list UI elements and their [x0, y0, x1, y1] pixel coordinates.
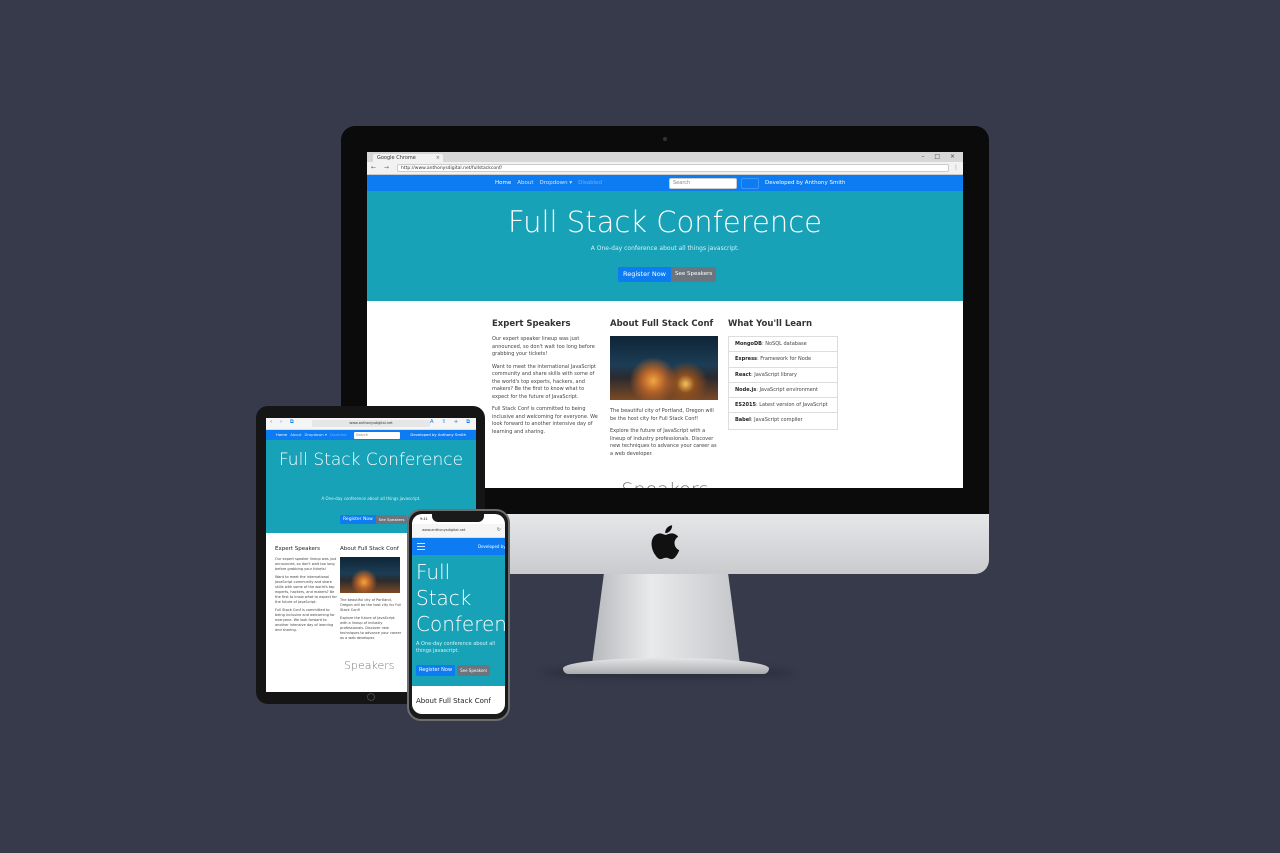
- home-button-icon[interactable]: [367, 693, 375, 701]
- nav-link-dropdown[interactable]: Dropdown ▾: [540, 175, 573, 191]
- tablet-address-bar[interactable]: www.anthonysdigital.net: [312, 420, 430, 427]
- hero-title-line: Stack: [416, 586, 472, 610]
- column-heading: About Full Stack Conf: [610, 319, 714, 329]
- hero-section: Full Stack Conference A One-day conferen…: [367, 191, 963, 301]
- phone-address-bar[interactable]: www.anthonysdigital.net: [422, 528, 465, 532]
- see-speakers-button[interactable]: See Speakers: [457, 665, 491, 676]
- phone-hero: Full Stack Conference A One-day conferen…: [412, 555, 505, 686]
- nav-link-dropdown[interactable]: Dropdown ▾: [304, 430, 327, 440]
- tablet-navbar: Home About Dropdown ▾ Disabled Search De…: [266, 430, 476, 440]
- nav-link-home[interactable]: Home: [276, 430, 287, 440]
- reload-icon[interactable]: ↻: [497, 527, 501, 533]
- register-now-button[interactable]: Register Now: [340, 515, 376, 524]
- browser-toolbar: ← → C http://www.anthonysdigital.net/ful…: [367, 162, 963, 175]
- learn-column: What You'll Learn MongoDB: NoSQL databas…: [728, 319, 838, 430]
- menu-icon[interactable]: ⋮: [953, 164, 959, 171]
- portland-city-image: [610, 336, 718, 400]
- paragraph: The beautiful city of Portland, Oregon w…: [610, 408, 714, 422]
- list-item: React: JavaScript library: [729, 368, 837, 383]
- phone-screen: 9:41 www.anthonysdigital.net ↻ Developed…: [412, 514, 505, 714]
- see-speakers-button[interactable]: See Speakers: [375, 515, 408, 524]
- about-heading: About Full Stack Conf: [416, 697, 491, 705]
- camera-icon: [663, 137, 667, 141]
- paragraph: Want to meet the international JavaScrip…: [492, 363, 596, 400]
- imac-stand: [592, 574, 740, 664]
- about-column: About Full Stack Conf The beautiful city…: [610, 319, 718, 463]
- speakers-heading: Speakers: [344, 659, 395, 672]
- brand-text: Developed by: [478, 544, 505, 549]
- nav-link-about[interactable]: About: [290, 430, 301, 440]
- hero-title: Full Stack Conference: [416, 559, 505, 637]
- hero-title: Full Stack Conference: [278, 450, 464, 470]
- register-now-button[interactable]: Register Now: [618, 267, 671, 282]
- portland-city-image: [340, 556, 400, 593]
- column-heading: Expert Speakers: [275, 546, 321, 552]
- tablet-browser-toolbar: ‹ › ⧉ www.anthonysdigital.net A ⇧ + ⧉: [266, 418, 476, 430]
- tablet-toolbar-icons[interactable]: A ⇧ + ⧉: [430, 419, 473, 426]
- expert-speakers-column: Expert Speakers Our expert speaker lineu…: [492, 319, 600, 441]
- column-heading: Expert Speakers: [492, 319, 571, 329]
- register-now-button[interactable]: Register Now: [416, 665, 456, 676]
- list-item: ES2015: Latest version of JavaScript: [729, 398, 837, 414]
- tablet-nav-buttons[interactable]: ‹ › ⧉: [270, 419, 297, 426]
- phone-notch: [432, 514, 484, 522]
- window-controls[interactable]: – □ ×: [921, 153, 959, 160]
- paragraph: Full Stack Conf is committed to being in…: [492, 406, 598, 435]
- hero-subtitle: A One-day conference about all things ja…: [321, 496, 421, 501]
- browser-tab[interactable]: Google Chrome ×: [373, 154, 443, 162]
- apple-logo-icon: [651, 525, 680, 560]
- see-speakers-button[interactable]: See Speakers: [670, 267, 717, 282]
- site-navbar: Home About Dropdown ▾ Disabled Search De…: [367, 175, 963, 191]
- nav-link-home[interactable]: Home: [495, 175, 511, 191]
- hamburger-menu-icon[interactable]: [417, 543, 425, 550]
- learn-list: MongoDB: NoSQL database Express: Framewo…: [728, 336, 838, 430]
- phone-browser-toolbar: www.anthonysdigital.net ↻: [412, 524, 505, 538]
- close-icon[interactable]: ×: [436, 154, 440, 162]
- status-time: 9:41: [420, 517, 428, 521]
- paragraph: Full Stack Conf is committed to being in…: [275, 607, 335, 632]
- hero-title: Full Stack Conference: [507, 205, 823, 239]
- about-column: About Full Stack Conf The beautiful city…: [340, 546, 402, 644]
- nav-link-disabled: Disabled: [578, 180, 603, 186]
- hero-subtitle: A One-day conference about all things ja…: [590, 245, 740, 252]
- hero-title-line: Full: [416, 560, 451, 584]
- expert-speakers-column: Expert Speakers Our expert speaker lineu…: [275, 546, 337, 636]
- address-bar[interactable]: http://www.anthonysdigital.net/fullstack…: [397, 164, 949, 172]
- hero-title-line: Conference: [416, 612, 505, 636]
- paragraph: Want to meet the international JavaScrip…: [275, 574, 337, 604]
- paragraph: The beautiful city of Portland, Oregon w…: [340, 597, 402, 612]
- browser-tab-bar: Google Chrome × – □ ×: [367, 152, 963, 162]
- list-item: Babel: JavaScript compiler: [735, 417, 803, 424]
- browser-tab-title: Google Chrome: [377, 155, 416, 161]
- brand-text: Developed by Anthony Smith: [765, 180, 846, 186]
- nav-link-disabled: Disabled: [329, 432, 347, 437]
- search-input[interactable]: Search: [354, 432, 400, 439]
- paragraph: Explore the future of JavaScript with a …: [340, 615, 402, 640]
- paragraph: Our expert speaker lineup was just annou…: [275, 556, 337, 571]
- list-item: Node.js: JavaScript environment: [729, 383, 837, 399]
- column-heading: What You'll Learn: [728, 319, 812, 329]
- imac-foot: [563, 658, 769, 674]
- phone-navbar: Developed by: [412, 538, 505, 555]
- search-button[interactable]: [741, 178, 759, 189]
- brand-text: Developed by Anthony Smith: [410, 432, 466, 437]
- paragraph: Explore the future of JavaScript with a …: [610, 428, 717, 457]
- hero-subtitle: A One-day conference about all things ja…: [416, 641, 496, 654]
- paragraph: Our expert speaker lineup was just annou…: [492, 336, 595, 357]
- list-item: Express: Framework for Node: [729, 352, 837, 368]
- list-item: MongoDB: NoSQL database: [729, 337, 837, 353]
- column-heading: About Full Stack Conf: [340, 546, 399, 552]
- search-input[interactable]: Search: [669, 178, 737, 189]
- nav-link-about[interactable]: About: [517, 175, 533, 191]
